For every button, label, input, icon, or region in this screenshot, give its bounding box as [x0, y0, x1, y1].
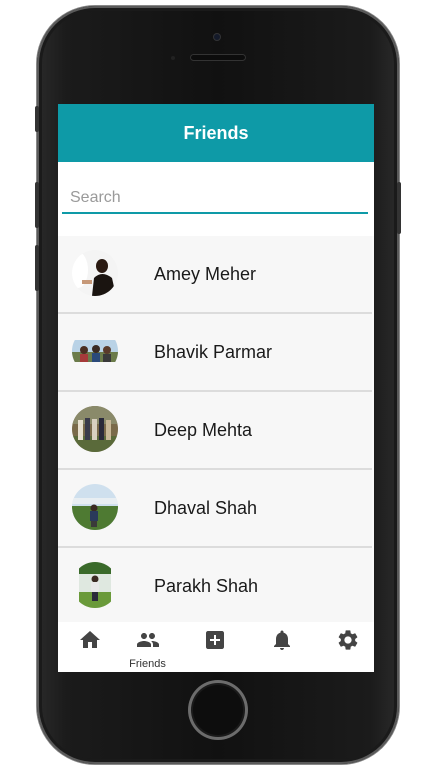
bell-icon: [270, 628, 294, 657]
friends-list: Amey Meher Bhavik Parmar Deep Mehta Dhav…: [58, 236, 374, 626]
friend-name: Dhaval Shah: [154, 497, 258, 518]
gear-icon: [336, 628, 360, 657]
tab-home[interactable]: [58, 622, 121, 672]
search-input[interactable]: [62, 184, 368, 214]
bottom-tab-bar: Friends: [58, 622, 374, 672]
list-item[interactable]: Parakh Shah: [58, 548, 372, 626]
avatar: [72, 562, 118, 608]
front-camera: [213, 33, 221, 41]
tab-friends[interactable]: Friends: [116, 622, 179, 672]
list-item[interactable]: Deep Mehta: [58, 392, 372, 470]
app-screen: Friends Amey Meher: [58, 104, 374, 672]
earpiece-speaker: [190, 54, 246, 61]
tab-settings[interactable]: [316, 622, 374, 672]
friend-name: Deep Mehta: [154, 419, 253, 440]
add-box-icon: [203, 628, 227, 657]
list-item[interactable]: Dhaval Shah: [58, 470, 372, 548]
list-item[interactable]: Amey Meher: [58, 236, 372, 314]
tab-friends-label: Friends: [129, 658, 166, 670]
friend-name: Parakh Shah: [154, 575, 259, 596]
home-button[interactable]: [188, 680, 248, 740]
friend-name: Bhavik Parmar: [154, 341, 273, 362]
avatar: [72, 484, 118, 530]
home-icon: [78, 628, 102, 657]
silent-switch: [35, 106, 39, 132]
avatar: [72, 406, 118, 452]
volume-down-button: [35, 245, 39, 291]
avatar: [72, 328, 118, 374]
friend-name: Amey Meher: [154, 263, 257, 284]
tab-notifications[interactable]: [250, 622, 313, 672]
avatar: [72, 250, 118, 296]
list-item[interactable]: Bhavik Parmar: [58, 314, 372, 392]
page-title: Friends: [183, 122, 249, 143]
tab-add[interactable]: [183, 622, 246, 672]
people-icon: [136, 628, 160, 657]
app-bar: Friends: [58, 104, 374, 162]
power-button: [397, 182, 401, 234]
volume-up-button: [35, 182, 39, 228]
proximity-sensor: [171, 56, 175, 60]
